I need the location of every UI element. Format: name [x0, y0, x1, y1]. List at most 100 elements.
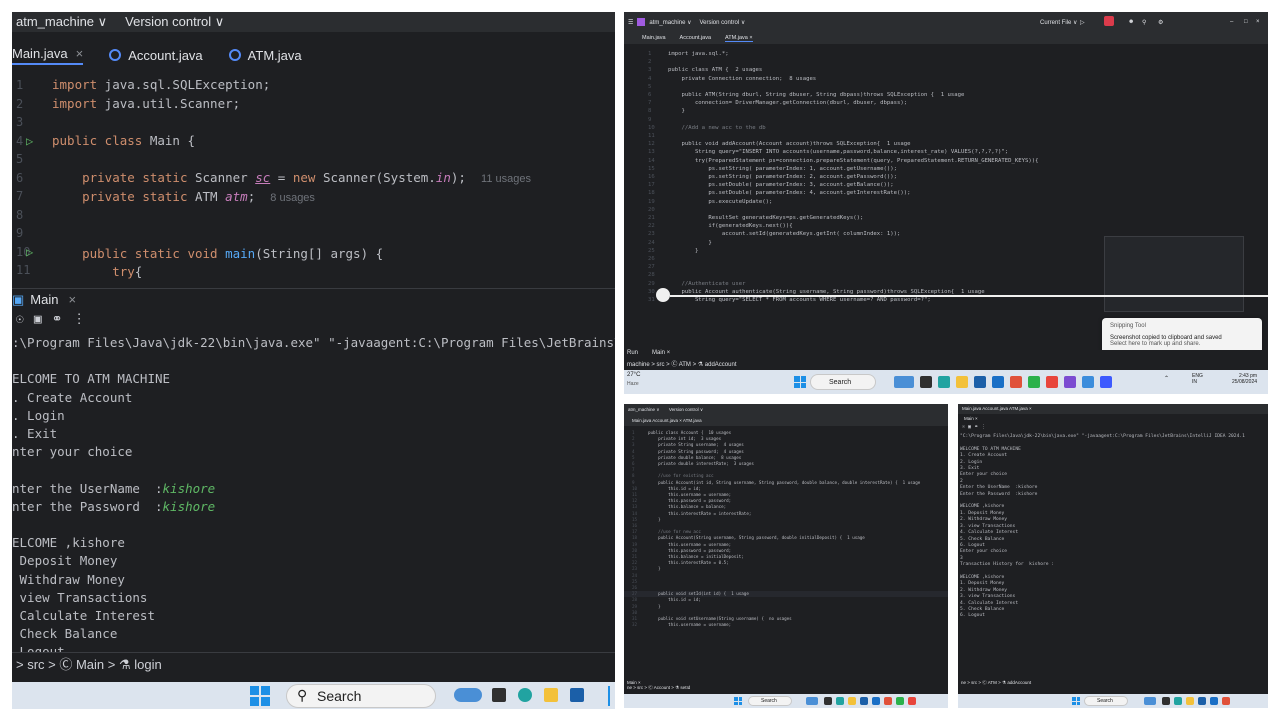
console-output[interactable]: :\Program Files\Java\jdk-22\bin\java.exe…: [12, 334, 615, 662]
maximize-icon[interactable]: □: [1244, 19, 1248, 25]
run-config-selector[interactable]: Current File ∨: [1040, 19, 1077, 26]
run-tab-label[interactable]: Main: [30, 292, 58, 307]
breadcrumb[interactable]: ne > src > Ⓒ Account > ⚗ setId: [627, 685, 948, 691]
code-text: ps.executeUpdate();: [668, 198, 773, 205]
run-tab-label[interactable]: Main ×: [958, 414, 1268, 424]
file-explorer-icon[interactable]: [544, 688, 558, 702]
language-indicator[interactable]: ENG IN: [1192, 373, 1203, 385]
close-icon[interactable]: ×: [76, 46, 84, 61]
app-icon[interactable]: [1010, 376, 1022, 388]
weather-widget-icon[interactable]: [1144, 697, 1156, 705]
settings-icon[interactable]: ⚙: [1158, 19, 1163, 26]
edge-browser-icon[interactable]: [1174, 697, 1182, 705]
task-view-icon[interactable]: [1162, 697, 1170, 705]
version-control-menu[interactable]: Version control ∨: [125, 14, 224, 30]
breadcrumb[interactable]: ne > src > Ⓒ ATM > ⚗ addAccount: [958, 678, 1268, 694]
restore-layout-icon[interactable]: ▣: [34, 312, 42, 330]
project-menu[interactable]: atm_machine ∨: [628, 407, 660, 412]
taskbar-search-box[interactable]: Search: [1084, 696, 1128, 706]
tray-chevron-icon[interactable]: ⌃: [1164, 375, 1169, 382]
code-line: 32 this.username = username;: [624, 622, 948, 628]
weather-temperature[interactable]: 27°C: [627, 372, 640, 378]
camera-icon[interactable]: ☉: [16, 312, 24, 330]
search-icon[interactable]: ⚭: [974, 424, 978, 430]
tab-main-java[interactable]: Main.java ×: [12, 46, 84, 65]
windows-start-icon[interactable]: [734, 697, 742, 705]
code-line: 20: [624, 206, 1268, 214]
windows-start-icon[interactable]: [250, 686, 270, 706]
run-icon[interactable]: ▷: [1080, 19, 1085, 26]
editor-tabs[interactable]: Main.java Account.java ATM.java ×: [958, 404, 1268, 414]
file-explorer-icon[interactable]: [1186, 697, 1194, 705]
camera-icon[interactable]: ☉: [962, 424, 965, 430]
tab-account-java[interactable]: Account.java: [109, 48, 203, 63]
taskbar-search-box[interactable]: Search: [748, 696, 792, 706]
weather-widget-icon[interactable]: [454, 688, 482, 702]
whatsapp-icon[interactable]: [1028, 376, 1040, 388]
close-icon[interactable]: ×: [1256, 19, 1260, 25]
file-explorer-icon[interactable]: [848, 697, 856, 705]
editor-tabs[interactable]: Main.java Account.java × ATM.java: [624, 416, 948, 426]
code-editor[interactable]: import java.sql.SQLException; import java…: [52, 76, 615, 282]
search-icon[interactable]: ⚲: [1142, 19, 1146, 26]
windows-start-icon[interactable]: [794, 376, 806, 388]
app-icon[interactable]: [1210, 697, 1218, 705]
windows-start-icon[interactable]: [1072, 697, 1080, 705]
store-icon[interactable]: [1198, 697, 1206, 705]
restore-layout-icon[interactable]: ▣: [968, 424, 971, 430]
editor-tabs: Main.java × Account.java ATM.java: [12, 44, 615, 66]
run-tab-label[interactable]: Main ×: [652, 350, 670, 356]
more-options-icon[interactable]: ⋮: [981, 424, 986, 430]
store-icon[interactable]: [974, 376, 986, 388]
code-line: 8 }: [624, 107, 1268, 115]
project-menu[interactable]: atm_machine ∨: [16, 14, 107, 30]
close-icon[interactable]: ×: [68, 292, 76, 307]
minimize-icon[interactable]: –: [1230, 19, 1233, 25]
code-editor[interactable]: 1 public class Account { 10 usages 2 priva…: [624, 430, 948, 629]
store-icon[interactable]: [570, 688, 584, 702]
breadcrumb[interactable]: machine > src > Ⓒ ATM > ⚗ addAccount: [627, 359, 736, 368]
tab-atm-java[interactable]: ATM.java: [228, 48, 302, 63]
weather-widget-icon[interactable]: [806, 697, 818, 705]
breadcrumb[interactable]: > src > Ⓒ Main > ⚗ login: [12, 652, 615, 674]
version-control-menu[interactable]: Version control ∨: [669, 407, 703, 412]
app-icon[interactable]: [992, 376, 1004, 388]
file-explorer-icon[interactable]: [956, 376, 968, 388]
chrome-icon[interactable]: [1046, 376, 1058, 388]
run-gutter-icon[interactable]: ▷: [26, 243, 33, 262]
code-text: }: [668, 247, 699, 254]
chrome-icon[interactable]: [908, 697, 916, 705]
console-line: Deposit Money: [12, 553, 118, 569]
edge-browser-icon[interactable]: [938, 376, 950, 388]
app-icon[interactable]: [872, 697, 880, 705]
more-options-icon[interactable]: ⋮: [73, 312, 86, 330]
task-view-icon[interactable]: [492, 688, 506, 702]
tab-atm-java[interactable]: ATM.java ×: [725, 35, 753, 42]
taskbar-search-box[interactable]: ⚲ Search: [286, 684, 436, 708]
app-icon[interactable]: [884, 697, 892, 705]
task-view-icon[interactable]: [920, 376, 932, 388]
taskbar-search-box[interactable]: Search: [810, 374, 876, 390]
stop-icon[interactable]: [1104, 16, 1114, 26]
app-icon[interactable]: [1082, 376, 1094, 388]
edge-browser-icon[interactable]: [518, 688, 532, 702]
account-icon[interactable]: ☻: [1128, 19, 1134, 25]
project-menu[interactable]: atm_machine ∨: [649, 19, 691, 26]
console-output[interactable]: "C:\Program Files\Java\jdk-22\bin\java.e…: [958, 434, 1268, 620]
app-icon[interactable]: [1064, 376, 1076, 388]
whatsapp-icon[interactable]: [896, 697, 904, 705]
version-control-menu[interactable]: Version control ∨: [699, 19, 745, 26]
search-icon[interactable]: ⚭: [52, 312, 63, 330]
store-icon[interactable]: [860, 697, 868, 705]
task-view-icon[interactable]: [824, 697, 832, 705]
tab-main-java[interactable]: Main.java: [642, 35, 666, 41]
hamburger-menu-icon[interactable]: ☰: [628, 19, 633, 26]
tab-account-java[interactable]: Account.java: [680, 35, 712, 41]
run-gutter-icon[interactable]: ▷: [26, 132, 33, 151]
edge-browser-icon[interactable]: [836, 697, 844, 705]
app-icon[interactable]: [1222, 697, 1230, 705]
intellij-icon[interactable]: [1100, 376, 1112, 388]
system-clock[interactable]: 2:43 pm 25/08/2024: [1232, 373, 1257, 385]
weather-widget-icon[interactable]: [894, 376, 914, 388]
